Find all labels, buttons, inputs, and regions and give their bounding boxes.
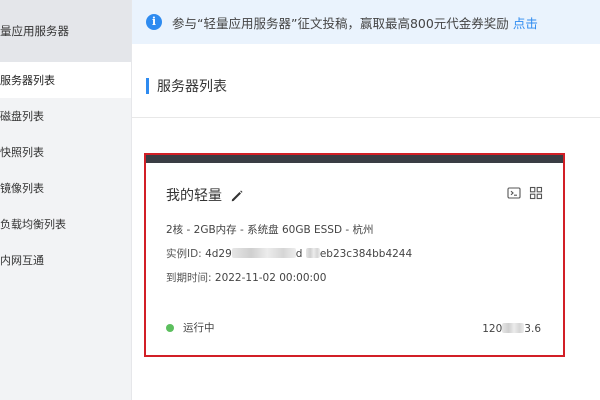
page-title: 服务器列表 [157, 79, 227, 95]
sidebar-item-intranet[interactable]: 内网互通 [0, 242, 131, 278]
expire-row: 到期时间: 2022-11-02 00:00:00 [166, 270, 326, 285]
instance-id-mid: d [295, 248, 303, 260]
instance-id-label: 实例ID: [166, 248, 202, 260]
sidebar-item-snapshot-list[interactable]: 快照列表 [0, 134, 131, 170]
title-accent-bar [146, 78, 149, 94]
sidebar-item-load-balancer-list[interactable]: 负载均衡列表 [0, 206, 131, 242]
status-dot [166, 323, 174, 332]
sidebar-item-server-list[interactable]: 服务器列表 [0, 62, 131, 98]
expire-label: 到期时间: [166, 272, 212, 284]
server-name: 我的轻量 [166, 188, 222, 204]
public-ip: 120 3.6 [482, 323, 541, 335]
sidebar-nav: 服务器列表 磁盘列表 快照列表 镜像列表 负载均衡列表 内网互通 [0, 62, 131, 278]
status-indicator: 运行中 [166, 320, 215, 335]
pencil-icon[interactable] [230, 188, 244, 202]
instance-id-row: 实例ID: 4d29 d eb23c384bb4244 [166, 246, 412, 261]
info-icon: i [146, 14, 162, 30]
redacted-mask [502, 323, 525, 333]
ip-suffix: 3.6 [524, 323, 541, 335]
redacted-mask [231, 248, 296, 258]
expire-value: 2022-11-02 00:00:00 [214, 272, 327, 284]
grid-icon[interactable] [529, 185, 543, 200]
instance-id-suffix: eb23c384bb4244 [319, 248, 413, 260]
ip-prefix: 120 [482, 323, 503, 335]
card-header: 我的轻量 [166, 185, 244, 205]
server-spec: 2核 - 2GB内存 - 系统盘 60GB ESSD - 杭州 [166, 224, 374, 236]
status-text: 运行中 [183, 322, 215, 334]
redacted-mask [305, 248, 320, 258]
sidebar-item-disk-list[interactable]: 磁盘列表 [0, 98, 131, 134]
server-card[interactable]: 我的轻量 2核 - 2GB内存 - 系统盘 60GB ESSD - 杭州 实例I… [144, 153, 565, 357]
terminal-icon[interactable] [507, 185, 521, 199]
card-top-bar [146, 155, 563, 163]
notice-banner: i 参与“轻量应用服务器”征文投稿，赢取最高800元代金券奖励 点击 [132, 0, 600, 44]
banner-link[interactable]: 点击 [513, 13, 538, 32]
page-header: 服务器列表 [146, 76, 227, 96]
divider [132, 117, 600, 118]
card-toolbar [507, 185, 543, 200]
instance-id-prefix: 4d29 [205, 248, 232, 260]
sidebar-item-image-list[interactable]: 镜像列表 [0, 170, 131, 206]
banner-text: 参与“轻量应用服务器”征文投稿，赢取最高800元代金券奖励 [172, 15, 509, 31]
sidebar-title: 量应用服务器 [0, 0, 131, 62]
sidebar: 量应用服务器 服务器列表 磁盘列表 快照列表 镜像列表 负载均衡列表 内网互通 [0, 0, 132, 400]
